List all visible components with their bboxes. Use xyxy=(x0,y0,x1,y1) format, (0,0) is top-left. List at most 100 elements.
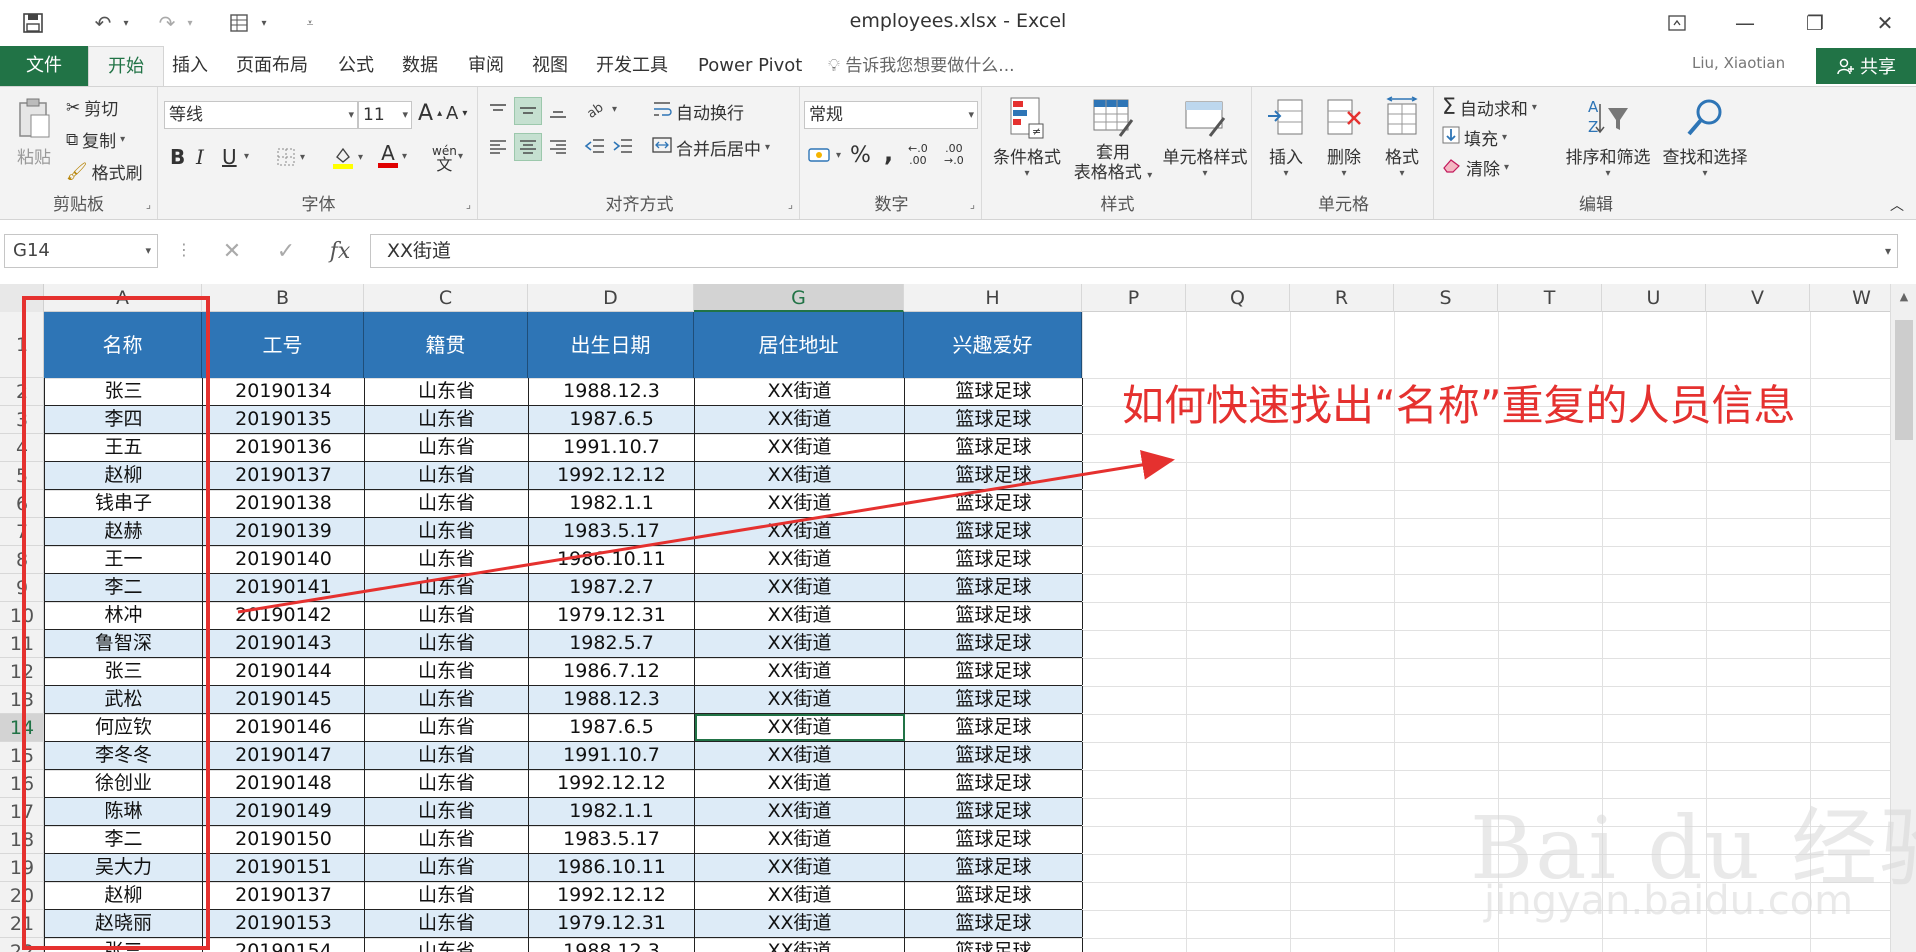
percent-button[interactable]: % xyxy=(850,143,871,168)
format-cells-button[interactable]: 格式 ▾ xyxy=(1374,95,1430,179)
increase-decimal-icon[interactable]: ←.0.00 xyxy=(908,143,928,166)
undo-icon[interactable]: ↶ xyxy=(88,8,118,38)
table-cell[interactable]: 20190148 xyxy=(203,770,365,797)
table-cell[interactable]: 1979.12.31 xyxy=(529,602,695,629)
column-header-h[interactable]: H xyxy=(904,284,1082,312)
table-cell[interactable]: 篮球足球 xyxy=(905,686,1083,713)
tab-formulas[interactable]: 公式 xyxy=(338,46,374,86)
customize-toolbar-icon[interactable]: ⩡ xyxy=(300,8,320,38)
table-cell[interactable]: 李二 xyxy=(45,574,203,601)
tab-home[interactable]: 开始 xyxy=(88,46,164,86)
table-cell[interactable]: 1983.5.17 xyxy=(529,518,695,545)
accounting-format-icon[interactable]: ▾ xyxy=(808,145,841,165)
tab-review[interactable]: 审阅 xyxy=(468,46,504,86)
share-button[interactable]: 共享 xyxy=(1816,48,1916,84)
select-all-corner[interactable] xyxy=(0,284,44,312)
header-cell[interactable]: 出生日期 xyxy=(528,312,694,378)
paste-button[interactable]: 粘贴 xyxy=(8,95,60,168)
row-header-15[interactable]: 15 xyxy=(0,742,44,770)
table-cell[interactable]: 篮球足球 xyxy=(905,546,1083,573)
table-cell[interactable]: 20190144 xyxy=(203,658,365,685)
clipboard-launcher-icon[interactable]: ⌟ xyxy=(146,198,151,211)
table-cell[interactable]: 山东省 xyxy=(365,882,529,909)
table-cell[interactable]: 20190138 xyxy=(203,490,365,517)
tab-power-pivot[interactable]: Power Pivot xyxy=(698,46,802,86)
table-cell[interactable]: 山东省 xyxy=(365,602,529,629)
table-cell[interactable]: XX街道 xyxy=(695,854,905,881)
table-cell[interactable]: 1986.7.12 xyxy=(529,658,695,685)
table-cell[interactable]: 1987.6.5 xyxy=(529,406,695,433)
delete-cells-button[interactable]: 删除 ▾ xyxy=(1316,95,1372,179)
table-cell[interactable]: 20190140 xyxy=(203,546,365,573)
collapse-ribbon-icon[interactable]: ︿ xyxy=(1890,195,1904,215)
row-header-18[interactable]: 18 xyxy=(0,826,44,854)
table-cell[interactable]: 李冬冬 xyxy=(45,742,203,769)
header-cell[interactable]: 籍贯 xyxy=(364,312,528,378)
tab-page-layout[interactable]: 页面布局 xyxy=(236,46,308,86)
tell-me-search[interactable]: 💡︎ 告诉我您想要做什么... xyxy=(828,46,1015,86)
table-cell[interactable]: 篮球足球 xyxy=(905,574,1083,601)
decrease-indent-icon[interactable] xyxy=(584,137,606,155)
account-name[interactable]: Liu, Xiaotian xyxy=(1692,54,1785,72)
table-cell[interactable]: XX街道 xyxy=(695,770,905,797)
table-cell[interactable]: 山东省 xyxy=(365,714,529,741)
number-launcher-icon[interactable]: ⌟ xyxy=(970,198,975,211)
column-header-s[interactable]: S xyxy=(1394,284,1498,312)
table-cell[interactable]: 吴大力 xyxy=(45,854,203,881)
table-cell[interactable]: 篮球足球 xyxy=(905,770,1083,797)
table-cell[interactable]: 20190141 xyxy=(203,574,365,601)
table-cell[interactable]: 山东省 xyxy=(365,378,529,405)
cell-styles-button[interactable]: 单元格样式 ▾ xyxy=(1160,95,1250,179)
row-header-16[interactable]: 16 xyxy=(0,770,44,798)
table-cell[interactable]: 1988.12.3 xyxy=(529,938,695,952)
table-cell[interactable]: 20190139 xyxy=(203,518,365,545)
align-center-icon[interactable] xyxy=(514,133,542,161)
row-header-2[interactable]: 2 xyxy=(0,378,44,406)
number-format-select[interactable]: 常规 ▾ xyxy=(804,101,978,129)
table-cell[interactable]: 篮球足球 xyxy=(905,602,1083,629)
tab-view[interactable]: 视图 xyxy=(532,46,568,86)
table-cell[interactable]: 山东省 xyxy=(365,686,529,713)
vertical-scrollbar[interactable]: ▲ xyxy=(1890,284,1916,952)
conditional-formatting-button[interactable]: ≠ 条件格式 ▾ xyxy=(986,95,1068,179)
italic-button[interactable]: I xyxy=(196,145,204,169)
row-header-1[interactable]: 1 xyxy=(0,312,44,378)
column-header-u[interactable]: U xyxy=(1602,284,1706,312)
table-cell[interactable]: 山东省 xyxy=(365,518,529,545)
table-cell[interactable]: 1986.10.11 xyxy=(529,854,695,881)
table-cell[interactable]: 20190134 xyxy=(203,378,365,405)
table-cell[interactable]: 1991.10.7 xyxy=(529,434,695,461)
table-cell[interactable]: 1992.12.12 xyxy=(529,462,695,489)
table-cell[interactable]: 篮球足球 xyxy=(905,378,1083,405)
column-header-c[interactable]: C xyxy=(364,284,528,312)
cut-button[interactable]: ✂ 剪切 xyxy=(66,95,118,121)
table-cell[interactable]: 1988.12.3 xyxy=(529,686,695,713)
insert-function-icon[interactable]: fx xyxy=(318,236,362,266)
row-header-13[interactable]: 13 xyxy=(0,686,44,714)
autosum-button[interactable]: Σ 自动求和 ▾ xyxy=(1442,95,1537,120)
underline-dropdown-icon[interactable]: ▾ xyxy=(244,151,249,162)
table-cell[interactable]: XX街道 xyxy=(695,826,905,853)
table-cell[interactable]: 篮球足球 xyxy=(905,826,1083,853)
find-select-button[interactable]: 查找和选择 ▾ xyxy=(1658,95,1752,179)
wrap-text-button[interactable]: 自动换行 xyxy=(652,99,744,124)
table-cell[interactable]: 1986.10.11 xyxy=(529,546,695,573)
column-header-t[interactable]: T xyxy=(1498,284,1602,312)
table-cell[interactable]: 赵柳 xyxy=(45,882,203,909)
table-cell[interactable]: 山东省 xyxy=(365,854,529,881)
tab-insert[interactable]: 插入 xyxy=(172,46,208,86)
header-cell[interactable]: 居住地址 xyxy=(694,312,904,378)
table-cell[interactable]: 篮球足球 xyxy=(905,798,1083,825)
row-header-10[interactable]: 10 xyxy=(0,602,44,630)
font-color-dropdown-icon[interactable]: ▾ xyxy=(402,151,407,162)
format-as-table-button[interactable]: 套用 表格格式 ▾ xyxy=(1070,95,1156,186)
formula-bar-splitter[interactable]: ⋮ xyxy=(176,240,192,259)
name-box[interactable]: G14 ▾ xyxy=(4,234,158,268)
row-header-9[interactable]: 9 xyxy=(0,574,44,602)
table-cell[interactable]: 篮球足球 xyxy=(905,462,1083,489)
table-cell[interactable]: 篮球足球 xyxy=(905,490,1083,517)
phonetic-dropdown-icon[interactable]: ▾ xyxy=(458,151,463,162)
table-cell[interactable]: XX街道 xyxy=(695,434,905,461)
table-cell[interactable]: 山东省 xyxy=(365,490,529,517)
column-header-p[interactable]: P xyxy=(1082,284,1186,312)
